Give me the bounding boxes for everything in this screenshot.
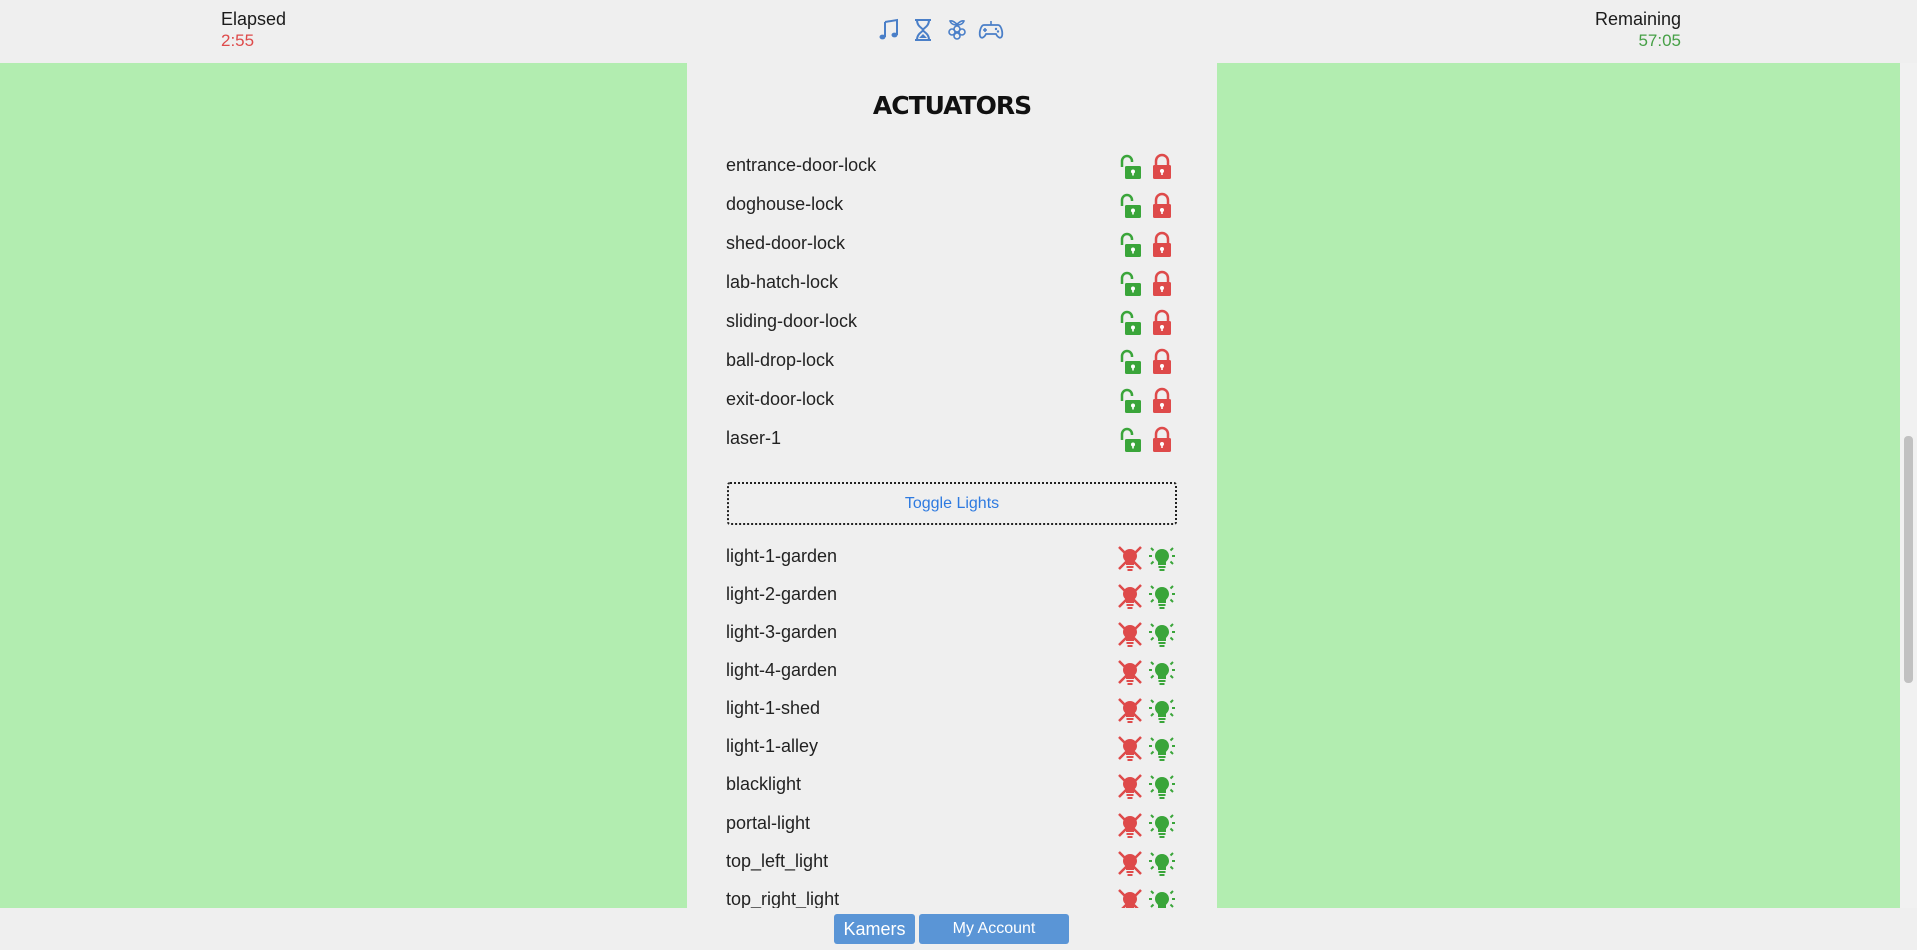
light-name: light-1-alley xyxy=(726,736,819,756)
toggle-lights-button[interactable]: Toggle Lights xyxy=(727,482,1177,525)
light-on-icon[interactable] xyxy=(1148,658,1176,686)
lock-row: entrance-door-lock xyxy=(726,153,1176,183)
light-off-icon[interactable] xyxy=(1116,811,1144,839)
light-name: light-2-garden xyxy=(726,584,838,604)
lock-name: laser-1 xyxy=(726,428,782,448)
light-name: blacklight xyxy=(726,774,802,794)
light-off-icon[interactable] xyxy=(1116,772,1144,800)
light-name: top_left_light xyxy=(726,851,829,871)
top-icon-bar xyxy=(875,16,1005,44)
light-row: blacklight xyxy=(726,772,1176,802)
lock-row: shed-door-lock xyxy=(726,231,1176,261)
light-row: light-1-shed xyxy=(726,696,1176,726)
unlock-icon[interactable] xyxy=(1116,192,1144,220)
light-name: portal-light xyxy=(726,813,811,833)
lock-row: sliding-door-lock xyxy=(726,309,1176,339)
elapsed-value: 2:55 xyxy=(221,31,255,50)
scrollbar[interactable] xyxy=(1900,63,1917,908)
lock-icon[interactable] xyxy=(1148,270,1176,298)
lock-name: exit-door-lock xyxy=(726,389,835,409)
light-off-icon[interactable] xyxy=(1116,544,1144,572)
unlock-icon[interactable] xyxy=(1116,426,1144,454)
unlock-icon[interactable] xyxy=(1116,387,1144,415)
light-off-icon[interactable] xyxy=(1116,887,1144,908)
light-off-icon[interactable] xyxy=(1116,620,1144,648)
light-name: light-4-garden xyxy=(726,660,838,680)
light-on-icon[interactable] xyxy=(1148,849,1176,877)
light-name: top_right_light xyxy=(726,889,840,908)
raspberry-icon[interactable] xyxy=(943,16,971,44)
light-off-icon[interactable] xyxy=(1116,696,1144,724)
lock-name: lab-hatch-lock xyxy=(726,272,839,292)
actuators-panel: ACTUATORS entrance-door-lock doghouse-lo… xyxy=(687,63,1217,908)
lock-icon[interactable] xyxy=(1148,309,1176,337)
light-row: top_right_light xyxy=(726,887,1176,908)
lock-row: laser-1 xyxy=(726,426,1176,456)
light-row: light-2-garden xyxy=(726,582,1176,612)
light-row: top_left_light xyxy=(726,849,1176,879)
lock-icon[interactable] xyxy=(1148,348,1176,376)
kamers-button[interactable]: Kamers xyxy=(834,914,915,944)
light-name: light-3-garden xyxy=(726,622,838,642)
lock-row: exit-door-lock xyxy=(726,387,1176,417)
lock-name: sliding-door-lock xyxy=(726,311,858,331)
music-icon[interactable] xyxy=(875,16,903,44)
unlock-icon[interactable] xyxy=(1116,153,1144,181)
elapsed-timer: Elapsed 2:55 xyxy=(221,9,286,51)
lock-icon[interactable] xyxy=(1148,387,1176,415)
light-name: light-1-garden xyxy=(726,546,838,566)
light-row: light-1-alley xyxy=(726,734,1176,764)
light-on-icon[interactable] xyxy=(1148,582,1176,610)
lock-icon[interactable] xyxy=(1148,231,1176,259)
lock-row: doghouse-lock xyxy=(726,192,1176,222)
light-row: light-1-garden xyxy=(726,544,1176,574)
unlock-icon[interactable] xyxy=(1116,231,1144,259)
remaining-label: Remaining xyxy=(1594,9,1681,29)
light-on-icon[interactable] xyxy=(1148,887,1176,908)
light-off-icon[interactable] xyxy=(1116,582,1144,610)
light-on-icon[interactable] xyxy=(1148,734,1176,762)
gamepad-icon[interactable] xyxy=(977,16,1005,44)
top-bar: Elapsed 2:55 Remaining 57:05 xyxy=(0,0,1917,63)
light-on-icon[interactable] xyxy=(1148,620,1176,648)
lock-name: ball-drop-lock xyxy=(726,350,835,370)
unlock-icon[interactable] xyxy=(1116,348,1144,376)
scrollbar-thumb[interactable] xyxy=(1904,436,1913,683)
panel-title: ACTUATORS xyxy=(872,91,1032,120)
bottom-bar: Kamers My Account xyxy=(0,908,1917,950)
light-on-icon[interactable] xyxy=(1148,772,1176,800)
light-off-icon[interactable] xyxy=(1116,734,1144,762)
my-account-button[interactable]: My Account xyxy=(919,914,1069,944)
lock-icon[interactable] xyxy=(1148,153,1176,181)
light-on-icon[interactable] xyxy=(1148,544,1176,572)
lock-row: lab-hatch-lock xyxy=(726,270,1176,300)
light-on-icon[interactable] xyxy=(1148,811,1176,839)
light-row: portal-light xyxy=(726,811,1176,841)
lock-icon[interactable] xyxy=(1148,426,1176,454)
light-off-icon[interactable] xyxy=(1116,658,1144,686)
remaining-timer: Remaining 57:05 xyxy=(1595,9,1681,51)
light-off-icon[interactable] xyxy=(1116,849,1144,877)
unlock-icon[interactable] xyxy=(1116,309,1144,337)
lock-name: entrance-door-lock xyxy=(726,155,877,175)
light-row: light-4-garden xyxy=(726,658,1176,688)
unlock-icon[interactable] xyxy=(1116,270,1144,298)
elapsed-label: Elapsed xyxy=(221,9,287,29)
lock-row: ball-drop-lock xyxy=(726,348,1176,378)
light-name: light-1-shed xyxy=(726,698,821,718)
lock-name: shed-door-lock xyxy=(726,233,846,253)
remaining-value: 57:05 xyxy=(1638,31,1681,50)
light-row: light-3-garden xyxy=(726,620,1176,650)
light-on-icon[interactable] xyxy=(1148,696,1176,724)
lock-name: doghouse-lock xyxy=(726,194,844,214)
hourglass-icon[interactable] xyxy=(909,16,937,44)
lock-icon[interactable] xyxy=(1148,192,1176,220)
